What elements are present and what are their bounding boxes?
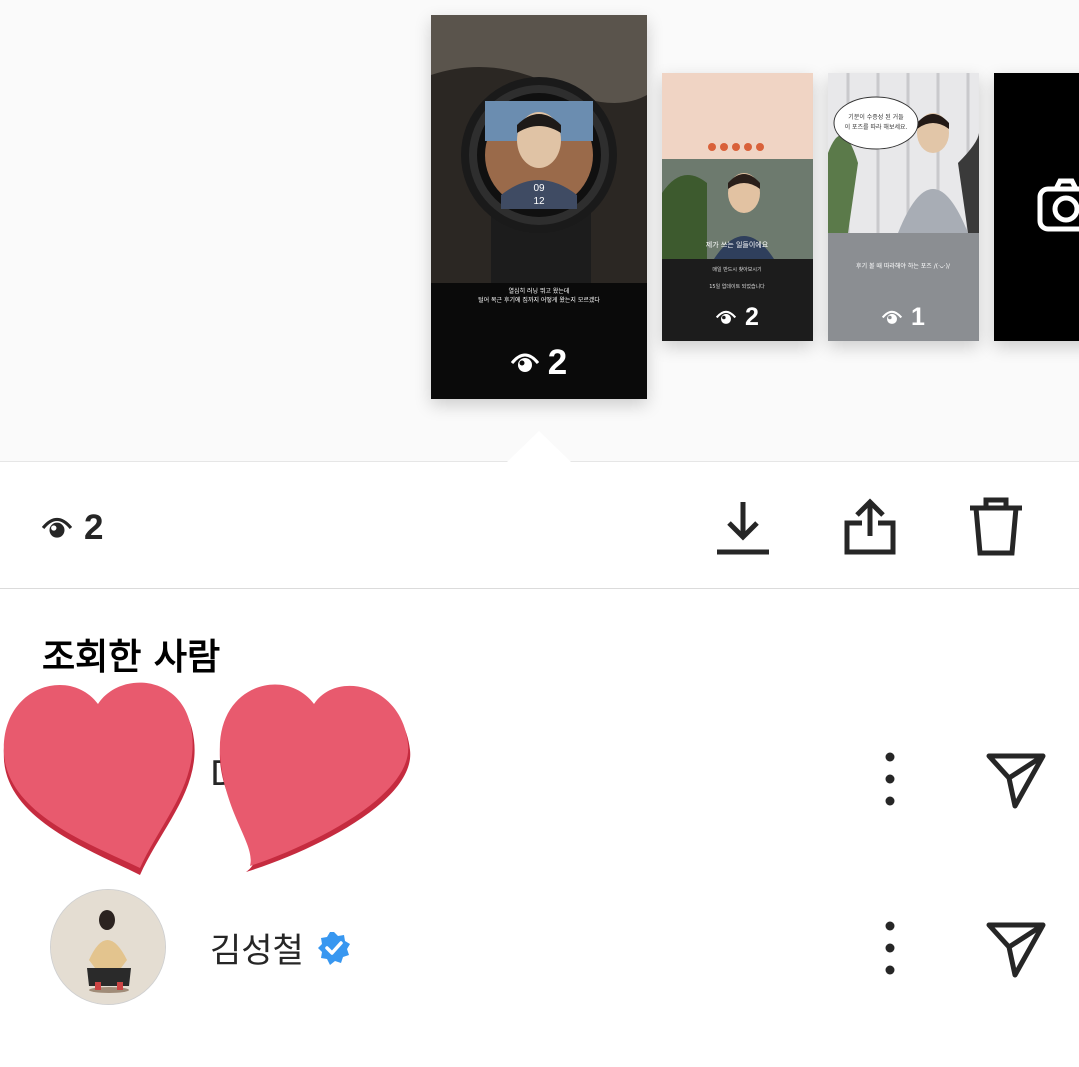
view-count-number: 2 — [547, 343, 568, 382]
story-viewers-screen: 09 12 열심히 러닝 뛰고 왔는데 털어 목근 후기에 집까지 어떻게 왔는… — [0, 0, 1079, 1067]
svg-text:12: 12 — [533, 196, 545, 207]
svg-text:기분이 수증성 된 거들: 기분이 수증성 된 거들 — [848, 113, 904, 121]
share-button[interactable] — [840, 496, 900, 556]
more-options-button[interactable] — [870, 744, 910, 814]
story-thumbnail[interactable]: 기분이 수증성 된 거들 이 포즈를 따라 해보세요. 후기 볼 때 따라해야 … — [828, 73, 979, 341]
download-button[interactable] — [713, 496, 773, 556]
send-icon — [986, 753, 1046, 809]
send-icon — [986, 922, 1046, 978]
viewer-name: 김성철 — [210, 931, 304, 971]
eye-icon — [510, 353, 539, 372]
action-bar-divider — [0, 588, 1079, 589]
svg-text:09: 09 — [533, 183, 545, 194]
caption-line: 털어 목근 후기에 집까지 어떻게 왔는지 모르겠다 — [478, 297, 600, 304]
send-message-button[interactable] — [985, 750, 1047, 810]
eye-icon — [42, 517, 72, 538]
add-story-tile[interactable] — [994, 73, 1079, 341]
heart-stickers — [3, 682, 411, 875]
svg-text:15일 업데이트 되었습니다: 15일 업데이트 되었습니다 — [709, 283, 765, 290]
verified-badge-icon — [317, 931, 350, 965]
svg-text:이 포즈를 따라 해보세요.: 이 포즈를 따라 해보세요. — [845, 123, 908, 131]
story-view-count: 2 — [431, 343, 647, 383]
story-photo-cafe: 제가 쓰는 일들이에요 매일 반드시 찾아보시기 15일 업데이트 되었습니다 — [662, 73, 813, 341]
eye-icon — [882, 310, 903, 324]
eye-icon — [716, 310, 737, 324]
view-count-number: 1 — [911, 303, 925, 331]
story-view-count: 1 — [828, 303, 979, 332]
avatar[interactable] — [50, 889, 166, 1005]
send-message-button[interactable] — [985, 919, 1047, 979]
svg-text:후기 볼 때 따라해야 하는 포즈 /(·ᴗ·)/: 후기 볼 때 따라해야 하는 포즈 /(·ᴗ·)/ — [856, 262, 951, 270]
total-view-count: 2 — [42, 508, 103, 548]
svg-text:매일 반드시 찾아보시기: 매일 반드시 찾아보시기 — [712, 266, 761, 273]
more-options-button[interactable] — [870, 913, 910, 983]
viewer-row[interactable]: 김성철 — [0, 871, 1079, 1021]
selected-story-pointer — [507, 431, 571, 462]
story-photo-pose: 기분이 수증성 된 거들 이 포즈를 따라 해보세요. 후기 볼 때 따라해야 … — [828, 73, 979, 341]
share-icon — [844, 498, 896, 555]
story-action-bar: 2 — [0, 462, 1079, 589]
view-count-number: 2 — [84, 508, 104, 547]
trash-icon — [970, 497, 1022, 556]
more-vertical-icon — [885, 752, 895, 806]
story-thumbnail-selected[interactable]: 09 12 열심히 러닝 뛰고 왔는데 털어 목근 후기에 집까지 어떻게 왔는… — [431, 15, 647, 399]
viewer-username[interactable]: 김성철 — [210, 923, 352, 972]
story-thumbnail[interactable]: 제가 쓰는 일들이에요 매일 반드시 찾아보시기 15일 업데이트 되었습니다 … — [662, 73, 813, 341]
more-vertical-icon — [885, 921, 895, 975]
svg-text:제가 쓰는 일들이에요: 제가 쓰는 일들이에요 — [706, 240, 769, 249]
delete-button[interactable] — [966, 496, 1026, 556]
story-strip[interactable]: 09 12 열심히 러닝 뛰고 왔는데 털어 목근 후기에 집까지 어떻게 왔는… — [0, 0, 1079, 462]
viewers-section-title: 조회한 사람 — [42, 637, 221, 678]
story-caption: 열심히 러닝 뛰고 왔는데 털어 목근 후기에 집까지 어떻게 왔는지 모르겠다 — [437, 287, 641, 305]
story-photo-watch: 09 12 — [431, 15, 647, 283]
avatar-photo — [51, 890, 165, 1004]
camera-icon — [1037, 178, 1079, 232]
view-count-number: 2 — [745, 303, 759, 331]
story-view-count: 2 — [662, 303, 813, 332]
caption-line: 열심히 러닝 뛰고 왔는데 — [508, 288, 570, 295]
download-icon — [717, 502, 769, 555]
